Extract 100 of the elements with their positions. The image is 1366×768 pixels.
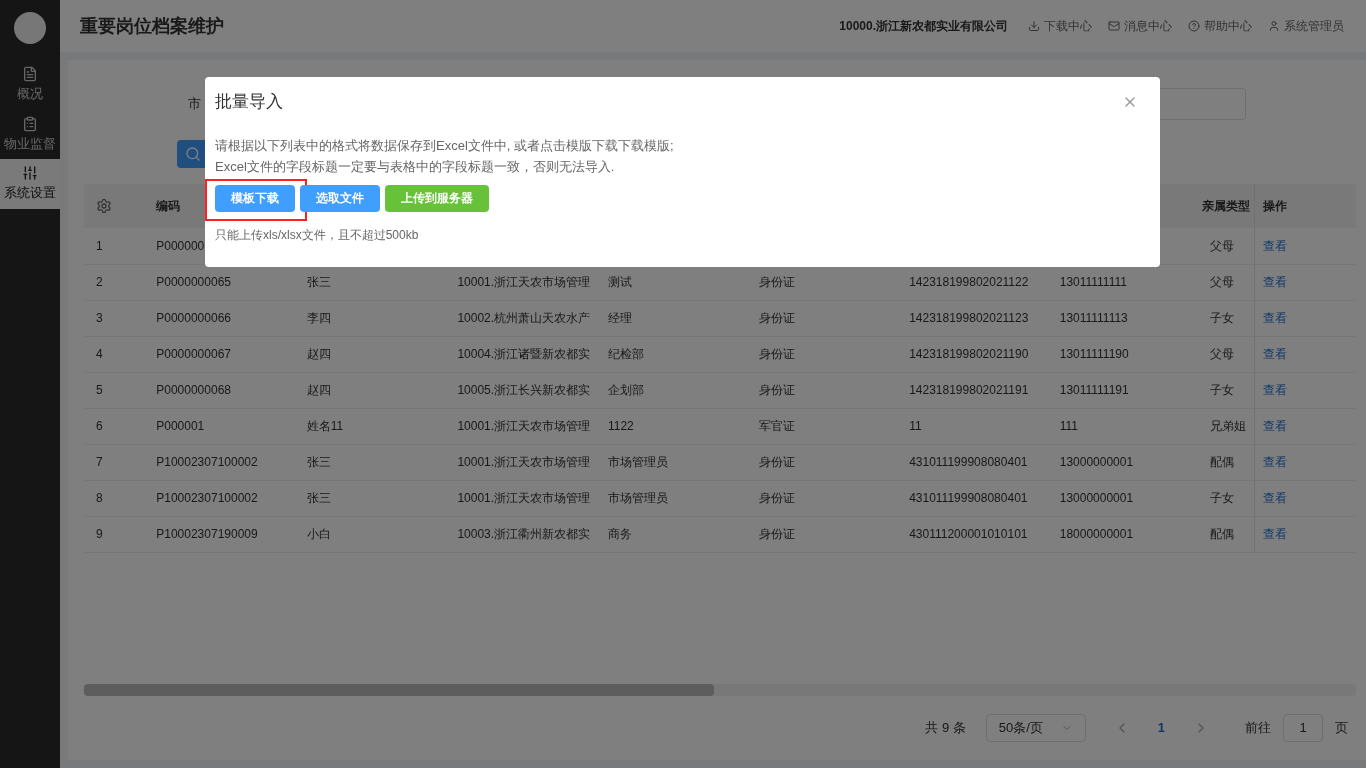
table-cell: 10001.浙江天农市场管理 xyxy=(457,275,591,289)
table-cell: 兄弟姐 xyxy=(1210,419,1247,433)
table-cell: 商务 xyxy=(608,527,632,541)
table-cell: 小白 xyxy=(306,527,331,541)
header-link[interactable]: 系统管理员 xyxy=(1268,17,1344,35)
table-cell: 10001.浙江天农市场管理 xyxy=(457,455,591,469)
download-icon xyxy=(1028,20,1040,32)
view-link[interactable]: 查看 xyxy=(1263,275,1287,289)
filter-label: 市 xyxy=(188,95,201,114)
table-cell: 父母 xyxy=(1210,238,1235,253)
sidebar-item[interactable]: 概况 xyxy=(0,60,60,110)
table-cell: 4 xyxy=(96,347,103,361)
dialog-button[interactable]: 模板下载 xyxy=(215,184,295,212)
table-cell: 身份证 xyxy=(758,491,795,505)
table-cell: 6 xyxy=(96,419,103,433)
table-cell: 测试 xyxy=(608,275,632,289)
avatar[interactable] xyxy=(14,12,46,44)
table-cell: 经理 xyxy=(608,311,632,325)
header-link[interactable]: 下载中心 xyxy=(1028,17,1092,35)
table-cell: 8 xyxy=(96,491,103,505)
sidebar-item[interactable]: 系统设置 xyxy=(0,159,60,209)
table-cell: 3 xyxy=(96,311,103,325)
view-link[interactable]: 查看 xyxy=(1263,455,1287,469)
table-cell: 431011199908080401 xyxy=(909,455,1028,469)
table-cell: 身份证 xyxy=(758,455,795,469)
table-cell: 10005.浙江长兴新农都实 xyxy=(457,383,591,397)
table-cell: P000001 xyxy=(156,419,205,433)
table-cell: 身份证 xyxy=(758,383,795,397)
table-cell: P0000000065 xyxy=(156,275,231,289)
company-name: 10000.浙江新农都实业有限公司 xyxy=(839,18,1008,35)
settings-icon xyxy=(96,198,112,214)
table-cell: 姓名11 xyxy=(306,419,344,433)
page-size-select[interactable]: 50条/页 xyxy=(985,714,1086,742)
help-icon xyxy=(1188,20,1200,32)
table-cell: 1122 xyxy=(608,419,634,433)
clipboard-icon xyxy=(22,115,38,132)
goto-label: 前往 xyxy=(1245,719,1271,738)
view-link[interactable]: 查看 xyxy=(1263,419,1287,433)
view-link[interactable]: 查看 xyxy=(1263,383,1287,397)
table-cell: 张三 xyxy=(306,275,331,289)
document-icon xyxy=(22,66,38,82)
sidebar-item[interactable]: 物业监督 xyxy=(0,109,60,159)
table-cell: 父母 xyxy=(1210,347,1235,361)
dialog-title: 批量导入 xyxy=(215,91,283,113)
table-cell: 配偶 xyxy=(1210,527,1235,541)
table-cell: 父母 xyxy=(1210,275,1235,289)
table-cell: 7 xyxy=(96,455,103,469)
table-cell: 142318199802021122 xyxy=(909,275,1029,289)
view-link[interactable]: 查看 xyxy=(1263,491,1287,505)
table-cell: 子女 xyxy=(1210,491,1235,505)
table-cell: 13000000001 xyxy=(1059,491,1134,505)
page-title: 重要岗位档案维护 xyxy=(80,14,224,38)
table-cell: 13011111111 xyxy=(1059,275,1127,289)
table-cell: 纪检部 xyxy=(608,347,644,361)
view-link[interactable]: 查看 xyxy=(1263,238,1287,253)
column-header: 操作 xyxy=(1263,199,1287,213)
user-icon xyxy=(1268,20,1280,32)
view-link[interactable]: 查看 xyxy=(1263,311,1287,325)
dialog-button[interactable]: 选取文件 xyxy=(300,184,380,212)
table-cell: 张三 xyxy=(306,491,331,505)
table-cell: 李四 xyxy=(306,311,331,325)
table-cell: 身份证 xyxy=(758,311,795,325)
view-link[interactable]: 查看 xyxy=(1263,347,1287,361)
table-cell: 企划部 xyxy=(608,383,644,397)
table-cell: 赵四 xyxy=(306,383,331,397)
table-cell: 身份证 xyxy=(758,347,795,361)
envelope-icon xyxy=(1108,20,1120,32)
table-cell: 身份证 xyxy=(758,275,795,289)
page-number[interactable]: 1 xyxy=(1141,718,1181,738)
search-icon xyxy=(185,146,201,162)
table-cell: P0000000067 xyxy=(156,347,231,361)
table-cell: 2 xyxy=(96,275,103,289)
header-link[interactable]: 消息中心 xyxy=(1108,17,1172,35)
instruction-text: Excel文件的字段标题一定要与表格中的字段标题一致，否则无法导入. xyxy=(215,157,616,176)
table-cell: 配偶 xyxy=(1210,455,1235,469)
table-cell: 军官证 xyxy=(758,419,795,433)
table-cell: 10003.浙江衢州新农都实 xyxy=(457,527,591,541)
table-cell: 10002.杭州萧山天农水产 xyxy=(457,311,591,325)
goto-field[interactable]: 1 xyxy=(1283,714,1323,742)
upload-note: 只能上传xls/xlsx文件，且不超过500kb xyxy=(215,226,420,244)
table-cell: 13011111190 xyxy=(1059,347,1129,361)
table-cell: 1 xyxy=(96,238,103,253)
scrollbar-thumb[interactable] xyxy=(84,684,714,696)
view-link[interactable]: 查看 xyxy=(1263,527,1287,541)
table-cell: 142318199802021191 xyxy=(909,383,1029,397)
dialog-button[interactable]: 上传到服务器 xyxy=(385,184,489,212)
table-cell: 13011111113 xyxy=(1059,311,1128,325)
table-cell: 市场管理员 xyxy=(608,491,668,505)
table-cell: P10002307190009 xyxy=(156,527,258,541)
header-link[interactable]: 帮助中心 xyxy=(1188,17,1252,35)
column-header: 亲属类型 xyxy=(1202,199,1251,213)
table-cell: 市场管理员 xyxy=(608,455,668,469)
table-cell: 10001.浙江天农市场管理 xyxy=(457,419,591,433)
table-cell: 10001.浙江天农市场管理 xyxy=(457,491,591,505)
column-header: 编码 xyxy=(156,199,181,213)
table-cell: 子女 xyxy=(1210,383,1235,397)
table-cell: 13000000001 xyxy=(1059,455,1134,469)
table-cell: 431011199908080401 xyxy=(909,491,1028,505)
table-cell: P10002307100002 xyxy=(156,455,258,469)
table-cell: 子女 xyxy=(1210,311,1235,325)
